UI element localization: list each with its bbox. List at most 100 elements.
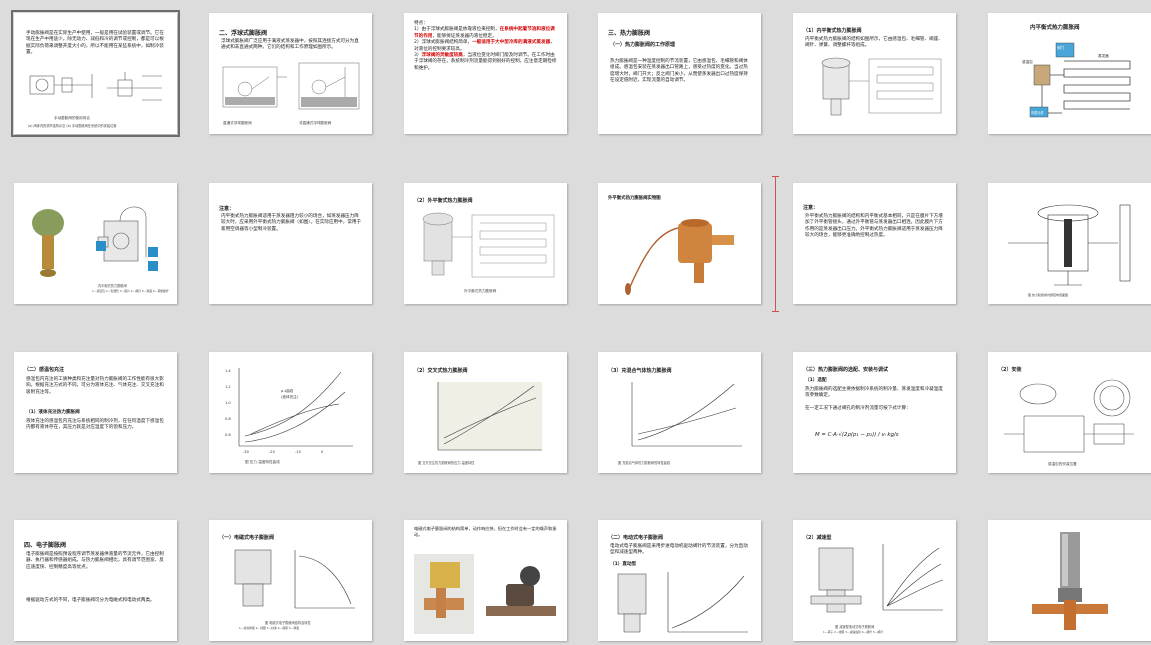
curve-label: p-t曲线	[281, 388, 294, 393]
slide-subtitle: （1）直动型	[610, 562, 637, 567]
slide-body-text: 热力膨胀阀是一种温度控制的节流装置，它由感温包、毛细管和阀体组成。感温包安装在蒸…	[610, 59, 748, 84]
slide-title: （三）热力膨胀阀的选配、安装与调试	[803, 367, 889, 373]
highlight-text: 浮球阀的灵敏度较高	[421, 53, 463, 59]
mixed-gas-chart	[631, 382, 742, 447]
slide-title: （1）内平衡式热力膨胀阀	[803, 28, 862, 34]
slide-thumbnail-10[interactable]: 外平衡式热力膨胀阀实物图	[598, 183, 761, 304]
slide-thumbnail-13[interactable]: （二）感温包充注 感温包内充注的工质种类和充注量对热力膨胀阀的工作性能有很大影响…	[14, 352, 177, 473]
slide-title: 四、电子膨胀阀	[24, 542, 67, 549]
slide-body-text: 根据驱动方式的不同，电子膨胀阀可分为电磁式和电动式两类。	[26, 598, 155, 603]
text-span: ，能够保证蒸发器内液位稳定。	[432, 33, 497, 39]
flow-formula: M = C·A·√(2ρ(p₁ − p₂)) / vᵢ kg/s	[815, 432, 899, 438]
slide-title: （二）感温包充注	[24, 367, 65, 373]
slide-title: （3）充混合气体热力膨胀阀	[608, 368, 672, 374]
slide-thumbnail-24[interactable]	[988, 520, 1151, 641]
solenoid-valve-diagram	[234, 549, 355, 609]
svg-text:-10: -10	[295, 450, 302, 454]
label-text: 蒸发器	[1098, 53, 1109, 58]
slide-thumbnail-23[interactable]: （2）减速型 图 减速型电动式电子膨胀阀 1—转子 2—线圈 3—减速齿轮 4—…	[793, 520, 956, 641]
slide-body-text: 浮球式膨胀阀广泛应用于满液式蒸发器中，按照其连接方式可分为直通式和非直通式两种。…	[221, 39, 359, 51]
svg-text:1.4: 1.4	[225, 369, 231, 373]
svg-text:0.8: 0.8	[225, 417, 231, 421]
slide-thumbnail-6[interactable]: 内平衡式热力膨胀阀 阀门 感温包 蒸发器 传感元件	[988, 13, 1151, 134]
slide-thumbnail-12[interactable]: 图 热力膨胀阀内部结构剖面图	[988, 183, 1151, 304]
slide-title: 三、热力膨胀阀	[608, 30, 651, 37]
slide-title: （二）电动式电子膨胀阀	[608, 535, 664, 541]
slide-thumbnail-7[interactable]: 内平衡式热力膨胀阀 1—感温包 2—毛细管 3—膜片 4—阀针 5—弹簧 6—调…	[14, 183, 177, 304]
svg-text:0.6: 0.6	[225, 433, 231, 437]
expansion-valve-figure	[821, 57, 942, 116]
label-text: 感温包	[1022, 59, 1033, 64]
slide-thumbnail-9[interactable]: （2）外平衡式热力膨胀阀 外平衡式热力膨胀阀	[404, 183, 567, 304]
slide-thumbnail-17[interactable]: （三）热力膨胀阀的选配、安装与调试 （1）选配 热力膨胀阀的选配主要依据制冷系统…	[793, 352, 956, 473]
slide-body-text: 手动膨胀阀是在实际生产中使用，一般是用在试验装置或调节。它在现在生产中用途少。除…	[26, 31, 164, 56]
slide-title: 内平衡式热力膨胀阀	[1030, 25, 1080, 31]
curve-label: (液体充注)	[281, 394, 299, 399]
figure-caption: 图 电磁式电子膨胀阀结构及特性	[265, 621, 311, 625]
figure-caption: 感温包的安装位置	[1048, 462, 1077, 466]
reduction-type-valve-diagram	[810, 544, 944, 613]
slide-title: 注意：	[219, 206, 235, 212]
figure-subcaption: 1—转子 2—线圈 3—减速齿轮 4—阀杆 5—阀针	[823, 630, 884, 634]
slide-body-text: 特点： 1）由于浮球式膨胀阀是依靠液位来控制，在系统中起着节流和液位调节的作用，…	[414, 21, 559, 72]
text-span: 2）浮球式膨胀阀结构简单，	[414, 40, 473, 46]
valve-cross-section-diagram	[1008, 204, 1131, 286]
slide-thumbnail-3[interactable]: 特点： 1）由于浮球式膨胀阀是依靠液位来控制，在系统中起着节流和液位调节的作用，…	[404, 13, 567, 134]
slide-title: （一）电磁式电子膨胀阀	[219, 535, 275, 541]
slide-thumbnail-2[interactable]: 二、浮球式膨胀阀 浮球式膨胀阀广泛应用于满液式蒸发器中，按照其连接方式可分为直通…	[209, 13, 372, 134]
valve-diagram-figure	[29, 72, 162, 101]
slide-body-text: 内平衡式热力膨胀阀的结构如图所示，它由感温包、毛细管、阀座、阀针、弹簧、调整螺杆…	[805, 37, 943, 49]
svg-text:1.0: 1.0	[225, 401, 231, 405]
slide-thumbnail-21[interactable]: 电磁式电子膨胀阀的结构简单，动作响应快，但在工作时会有一定的噪声和振动。	[404, 520, 567, 641]
figure-caption: 非直通式浮球膨胀阀	[299, 121, 332, 125]
slide-title: 二、浮球式膨胀阀	[219, 30, 268, 37]
slide-thumbnail-20[interactable]: （一）电磁式电子膨胀阀 图 电磁式电子膨胀阀结构及特性 1—柱塞弹簧 2—线圈 …	[209, 520, 372, 641]
figure-subcaption: (a) 阀体内的调节结构示意 (b) 手动膨胀阀在系统中的安装位置	[28, 124, 117, 128]
slide-body-text: 外平衡式热力膨胀阀的结构和内平衡式基本相同，只是在膜片下方增加了外平衡管接头，通…	[805, 214, 943, 239]
svg-text:-30: -30	[243, 450, 250, 454]
slide-body-text: 电磁式电子膨胀阀的结构简单，动作响应快，但在工作时会有一定的噪声和振动。	[414, 526, 557, 537]
slide-thumbnail-1[interactable]: 手动膨胀阀是在实际生产中使用，一般是用在试验装置或调节。它在现在生产中用途少。除…	[11, 10, 180, 137]
slide-thumbnail-22[interactable]: （二）电动式电子膨胀阀 电动式电子膨胀阀是采用步进电动机驱动阀针的节流装置，分为…	[598, 520, 761, 641]
slide-insertion-marker	[772, 176, 779, 312]
direct-drive-valve-diagram	[617, 572, 748, 633]
pressure-temperature-chart: 1.4 1.2 1.0 0.8 0.6 -30 -20 -10 0 p-t曲线 (液体充注)	[225, 368, 353, 454]
slide-subtitle: （1）液体充注热力膨胀阀	[26, 410, 80, 415]
figure-caption: 图 压力-温度特性曲线	[245, 460, 280, 464]
figure-caption: 图 热力膨胀阀内部结构剖面图	[1028, 293, 1068, 297]
slide-thumbnail-11[interactable]: 注意： 外平衡式热力膨胀阀的结构和内平衡式基本相同，只是在膜片下方增加了外平衡管…	[793, 183, 956, 304]
internal-balanced-valve-diagram: 阀门 感温包 蒸发器 传感元件	[1022, 42, 1131, 118]
figure-caption: 手动膨胀阀的使用场合	[54, 116, 90, 120]
slide-thumbnail-5[interactable]: （1）内平衡式热力膨胀阀 内平衡式热力膨胀阀的结构如图所示，它由感温包、毛细管、…	[793, 13, 956, 134]
slide-body-text: 内平衡式热力膨胀阀适用于蒸发器阻力较小的场合，如蒸发器压力降较大时，应采用外平衡…	[221, 214, 362, 232]
slide-body-text: 电子膨胀阀是按照预设程序调节蒸发器供液量的节流元件，它由控制器、执行器和传感器组…	[26, 552, 164, 570]
slide-thumbnail-16[interactable]: （3）充混合气体热力膨胀阀 图 充混合气体热力膨胀阀的特性曲线	[598, 352, 761, 473]
figure-caption: 内平衡式热力膨胀阀	[98, 284, 127, 288]
float-valve-diagram	[222, 62, 360, 110]
slide-thumbnail-19[interactable]: 四、电子膨胀阀 电子膨胀阀是按照预设程序调节蒸发器供液量的节流元件，它由控制器、…	[14, 520, 177, 641]
installation-diagram	[1004, 379, 1134, 453]
svg-text:-20: -20	[269, 450, 276, 454]
valve-product-photo	[625, 219, 734, 295]
slide-body-text: 电动式电子膨胀阀是采用步进电动机驱动阀针的节流装置，分为直动型和减速型两种。	[610, 544, 748, 556]
svg-text:1.2: 1.2	[225, 385, 231, 389]
solenoid-valve-photo	[414, 554, 556, 634]
svg-text:0: 0	[321, 450, 324, 454]
highlight-text: 一般适用于大中型冷库的满液式蒸发器	[472, 40, 551, 46]
slide-thumbnail-4[interactable]: 三、热力膨胀阀 （一）热力膨胀阀的工作原理 热力膨胀阀是一种温度控制的节流装置，…	[598, 13, 761, 134]
text-span: 1）由于浮球式膨胀阀是依靠液位来控制，	[414, 27, 500, 33]
slide-body-text: 热力膨胀阀的选配主要依据制冷系统的制冷量、蒸发温度和冷凝温度等参数确定。	[805, 387, 943, 399]
slide-title: （2）交叉式热力膨胀阀	[414, 368, 468, 374]
figure-subcaption: 1—感温包 2—毛细管 3—膜片 4—阀针 5—弹簧 6—调整螺杆	[92, 289, 169, 293]
slide-heading: 特点：	[414, 21, 428, 26]
figure-subcaption: 1—柱塞弹簧 2—线圈 3—柱塞 4—阀座 5—弹簧	[239, 626, 300, 630]
electronic-valve-photo	[1032, 532, 1108, 630]
cross-charge-chart	[437, 382, 542, 451]
slide-thumbnail-14[interactable]: 1.4 1.2 1.0 0.8 0.6 -30 -20 -10 0 p-t曲线 (液体充注)…	[209, 352, 372, 473]
slide-body-text: 在一定工况下通过阀孔的制冷剂流量可按下式计算：	[805, 406, 911, 411]
slide-title: 外平衡式热力膨胀阀实物图	[608, 196, 661, 201]
slide-thumbnail-18[interactable]: （2）安装 感温包的安装位置	[988, 352, 1151, 473]
slide-thumbnail-15[interactable]: （2）交叉式热力膨胀阀 图 交叉充注热力膨胀阀的压力-温度特性	[404, 352, 567, 473]
slide-thumbnail-8[interactable]: 注意： 内平衡式热力膨胀阀适用于蒸发器阻力较小的场合，如蒸发器压力降较大时，应采…	[209, 183, 372, 304]
figure-caption: 直通式浮球膨胀阀	[223, 121, 252, 125]
